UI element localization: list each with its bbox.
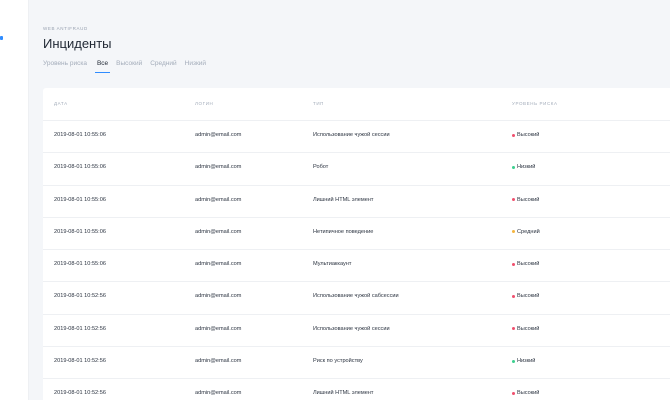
cell-date: 2019-08-01 10:52:56 — [54, 293, 106, 300]
cell-date: 2019-08-01 10:55:06 — [54, 228, 106, 235]
cell-risk: Низкий — [512, 358, 535, 364]
column-header-risk[interactable]: Уровень риска — [512, 101, 558, 106]
table-header: Дата Логин Тип Уровень риска — [43, 88, 670, 121]
risk-dot-icon — [512, 133, 515, 137]
cell-login: admin@email.com — [195, 261, 242, 268]
risk-label: Низкий — [517, 164, 536, 171]
cell-date: 2019-08-01 10:52:56 — [54, 390, 106, 397]
table-row[interactable]: 2019-08-01 10:55:06 admin@email.com Лишн… — [43, 186, 670, 218]
table-row[interactable]: 2019-08-01 10:52:56 admin@email.com Лишн… — [43, 379, 670, 400]
section-eyebrow: Web antifraud — [43, 26, 88, 31]
table-row[interactable]: 2019-08-01 10:55:06 admin@email.com Испо… — [43, 121, 670, 154]
cell-date: 2019-08-01 10:55:06 — [54, 261, 106, 268]
risk-label: Высокий — [517, 325, 540, 332]
cell-login: admin@email.com — [195, 196, 242, 203]
risk-label: Высокий — [517, 196, 540, 203]
table-body: 2019-08-01 10:55:06 admin@email.com Испо… — [43, 121, 670, 400]
cell-type: Лишний HTML элемент — [313, 390, 374, 397]
risk-dot-icon — [512, 230, 515, 234]
risk-label: Высокий — [517, 132, 540, 138]
table-row[interactable]: 2019-08-01 10:55:06 admin@email.com Робо… — [43, 153, 670, 186]
risk-label: Высокий — [517, 390, 540, 397]
cell-type: Риск по устройству — [313, 358, 363, 365]
cell-date: 2019-08-01 10:52:56 — [54, 358, 106, 365]
cell-date: 2019-08-01 10:55:06 — [54, 164, 106, 171]
table-row[interactable]: 2019-08-01 10:55:06 admin@email.com Нети… — [43, 218, 670, 251]
cell-risk: Высокий — [512, 326, 539, 332]
tab-low[interactable]: Низкий — [185, 60, 206, 73]
cell-risk: Высокий — [512, 197, 539, 203]
tab-medium[interactable]: Средний — [150, 60, 176, 73]
tab-all[interactable]: Все — [94, 60, 111, 73]
table-row[interactable]: 2019-08-01 10:52:56 admin@email.com Риск… — [43, 347, 670, 380]
risk-dot-icon — [512, 198, 515, 202]
cell-risk: Высокий — [512, 390, 539, 396]
table-row[interactable]: 2019-08-01 10:55:06 admin@email.com Муль… — [43, 250, 670, 283]
cell-type: Использование чужой сессии — [313, 132, 390, 138]
risk-dot-icon — [512, 359, 515, 363]
column-header-type[interactable]: Тип — [313, 101, 324, 106]
cell-login: admin@email.com — [195, 293, 242, 300]
risk-label: Низкий — [517, 358, 536, 365]
cell-type: Использование чужой сабсессии — [313, 293, 399, 300]
table-row[interactable]: 2019-08-01 10:52:56 admin@email.com Испо… — [43, 315, 670, 348]
cell-type: Нетипичное поведение — [313, 228, 374, 235]
cell-login: admin@email.com — [195, 325, 242, 332]
page-title: Инциденты — [43, 36, 112, 51]
risk-dot-icon — [512, 391, 515, 395]
cell-risk: Низкий — [512, 164, 535, 170]
column-header-login[interactable]: Логин — [195, 101, 213, 106]
column-header-date[interactable]: Дата — [54, 101, 68, 106]
cell-login: admin@email.com — [195, 358, 242, 365]
risk-filter-tabs: Уровень риска Все Высокий Средний Низкий — [43, 60, 670, 73]
cell-type: Лишний HTML элемент — [313, 196, 374, 203]
cell-login: admin@email.com — [195, 390, 242, 397]
risk-dot-icon — [512, 294, 515, 298]
active-nav-indicator — [0, 36, 3, 40]
cell-login: admin@email.com — [195, 164, 242, 171]
cell-date: 2019-08-01 10:55:06 — [54, 132, 106, 138]
sidebar — [0, 0, 29, 400]
cell-type: Мультиаккаунт — [313, 261, 352, 268]
incidents-table: Дата Логин Тип Уровень риска 2019-08-01 … — [43, 88, 670, 400]
cell-date: 2019-08-01 10:52:56 — [54, 325, 106, 332]
cell-login: admin@email.com — [195, 228, 242, 235]
cell-type: Использование чужой сессии — [313, 325, 390, 332]
cell-risk: Высокий — [512, 261, 539, 267]
cell-type: Робот — [313, 164, 329, 171]
cell-risk: Средний — [512, 229, 540, 235]
risk-filter-label: Уровень риска — [43, 60, 87, 67]
risk-label: Высокий — [517, 293, 540, 300]
table-row[interactable]: 2019-08-01 10:52:56 admin@email.com Испо… — [43, 282, 670, 315]
risk-label: Высокий — [517, 261, 540, 268]
cell-risk: Высокий — [512, 293, 539, 299]
page-header: Web antifraud Инциденты Уровень риска Вс… — [43, 26, 670, 73]
tab-high[interactable]: Высокий — [116, 60, 142, 73]
cell-login: admin@email.com — [195, 132, 242, 138]
cell-date: 2019-08-01 10:55:06 — [54, 196, 106, 203]
risk-dot-icon — [512, 262, 515, 266]
risk-dot-icon — [512, 327, 515, 331]
cell-risk: Высокий — [512, 132, 539, 138]
risk-label: Средний — [517, 228, 540, 235]
risk-dot-icon — [512, 165, 515, 169]
